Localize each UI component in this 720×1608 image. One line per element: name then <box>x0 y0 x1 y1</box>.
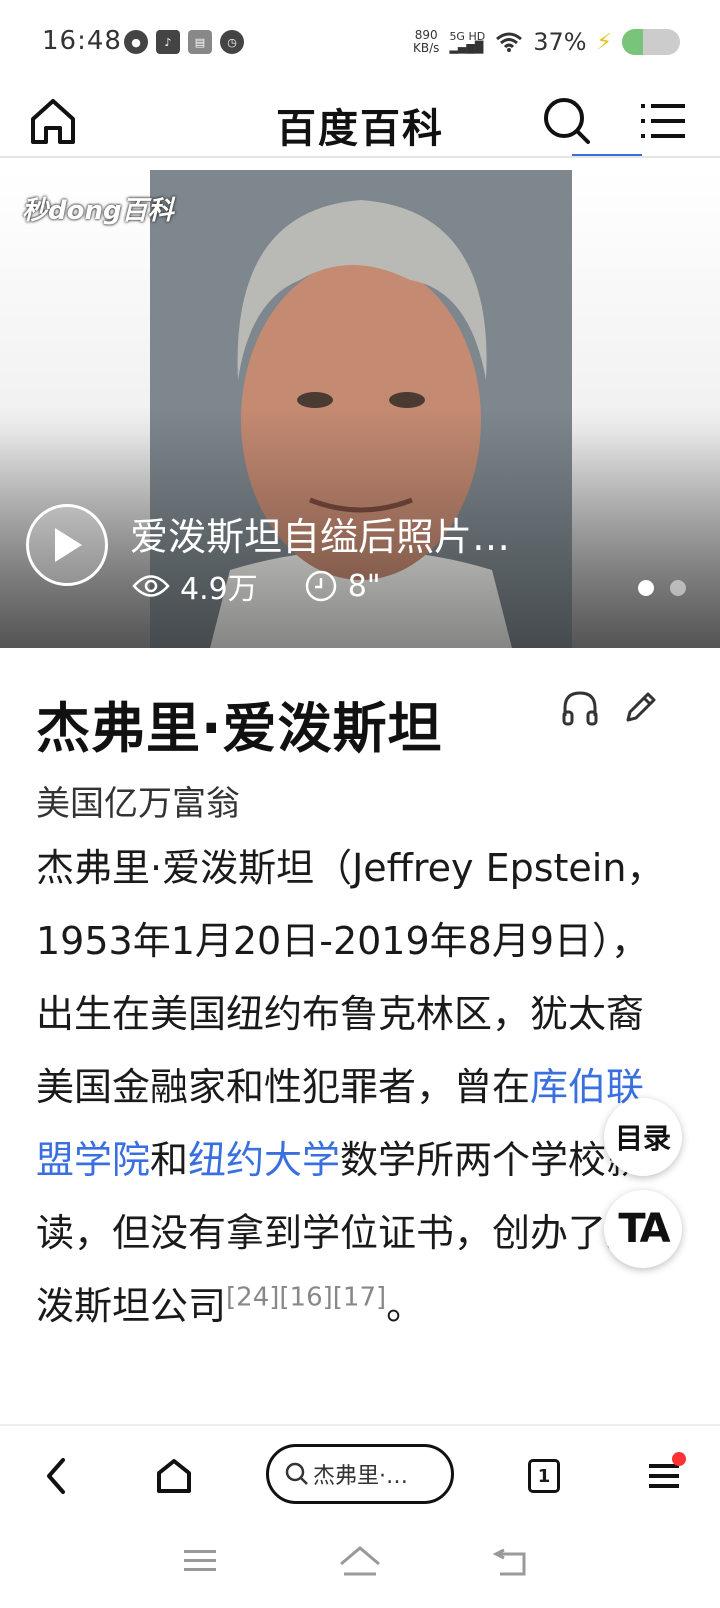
watermark-logo: 秒dong百科 <box>22 196 174 226</box>
recents-icon <box>184 1550 216 1571</box>
status-right: 890 KB/s 5G HD ▂▄▆█ 37% ⚡ <box>413 28 680 56</box>
page-title: 百度百科 <box>276 106 444 152</box>
search-query-text: 杰弗里·… <box>313 1464 408 1489</box>
browser-menu-button[interactable] <box>634 1446 694 1506</box>
clock-icon <box>305 570 336 602</box>
battery-fill <box>622 29 644 55</box>
article-tools <box>560 688 660 732</box>
notification-badge <box>672 1452 686 1466</box>
app-header: 百度百科 <box>0 84 720 158</box>
toolbar-search-box[interactable]: 杰弗里·… <box>266 1444 454 1504</box>
search-button[interactable] <box>540 94 594 148</box>
system-home-button[interactable] <box>330 1536 390 1586</box>
carousel-dots <box>638 580 686 596</box>
recent-apps-button[interactable] <box>170 1536 230 1586</box>
menu-button[interactable] <box>636 94 690 148</box>
search-icon <box>544 98 590 144</box>
back-arrow-icon <box>492 1548 526 1576</box>
chat-icon: ● <box>124 30 148 54</box>
battery-percent: 37% <box>533 28 587 56</box>
carousel-dot[interactable] <box>638 580 654 596</box>
signal-bars-icon: ▂▄▆█ <box>449 41 484 54</box>
video-duration: 8" <box>347 568 381 604</box>
wifi-icon <box>496 32 523 52</box>
home-icon <box>340 1546 380 1576</box>
status-time: 16:48 <box>42 26 122 56</box>
article-subtitle: 美国亿万富翁 <box>36 784 240 824</box>
play-button[interactable] <box>26 504 108 586</box>
network-speed: 890 KB/s <box>413 28 440 55</box>
font-size-button[interactable]: TA <box>604 1190 682 1268</box>
tab-count: 1 <box>528 1459 560 1493</box>
article-body: 杰弗里·爱泼斯坦（Jeffrey Epstein，1953年1月20日-2019… <box>36 846 665 1328</box>
video-meta: 4.9万 8" <box>132 564 381 608</box>
system-back-button[interactable] <box>480 1536 540 1586</box>
toutiao-icon: ▤ <box>188 30 212 54</box>
alarm-icon: ◷ <box>220 30 244 54</box>
table-of-contents-button[interactable]: 目录 <box>604 1098 682 1176</box>
article-content: 杰弗里·爱泼斯坦 美国亿万富翁 杰弗里·爱泼斯坦（Jeffrey Epstein… <box>0 648 720 1424</box>
chevron-left-icon <box>47 1458 65 1494</box>
status-bar: 16:48 ● ♪ ▤ ◷ 890 KB/s 5G HD ▂▄▆█ 37% ⚡ <box>0 0 720 84</box>
system-navigation-bar <box>0 1522 720 1608</box>
home-icon <box>157 1459 191 1493</box>
back-button[interactable] <box>26 1446 86 1506</box>
link-nyu[interactable]: 纽约大学 <box>188 1138 340 1182</box>
carousel-dot[interactable] <box>670 580 686 596</box>
signal-indicator: 5G HD ▂▄▆█ <box>449 30 486 54</box>
browser-toolbar: 杰弗里·… 1 <box>0 1424 720 1522</box>
battery-icon <box>622 29 680 55</box>
notification-icons: ● ♪ ▤ ◷ <box>124 30 244 54</box>
view-count: 4.9万 <box>180 572 258 607</box>
header-accent-line <box>572 154 642 156</box>
listen-button[interactable] <box>560 688 600 732</box>
list-menu-icon <box>641 104 685 138</box>
search-icon <box>285 1462 308 1485</box>
tabs-button[interactable]: 1 <box>514 1446 574 1506</box>
headphones-icon <box>562 691 598 726</box>
edit-button[interactable] <box>620 688 660 732</box>
tiktok-icon: ♪ <box>156 30 180 54</box>
eye-icon <box>132 575 170 597</box>
charging-icon: ⚡ <box>596 29 612 55</box>
reference-markers[interactable]: [24][16][17] <box>226 1282 386 1312</box>
video-caption: 爱泼斯坦自缢后照片… <box>130 515 511 559</box>
browser-home-button[interactable] <box>144 1446 204 1506</box>
hero-video[interactable]: 秒dong百科 爱泼斯坦自缢后照片… 4.9万 8" <box>0 170 720 648</box>
article-title: 杰弗里·爱泼斯坦 <box>36 697 443 760</box>
pencil-icon <box>626 692 656 722</box>
play-icon <box>55 528 82 562</box>
